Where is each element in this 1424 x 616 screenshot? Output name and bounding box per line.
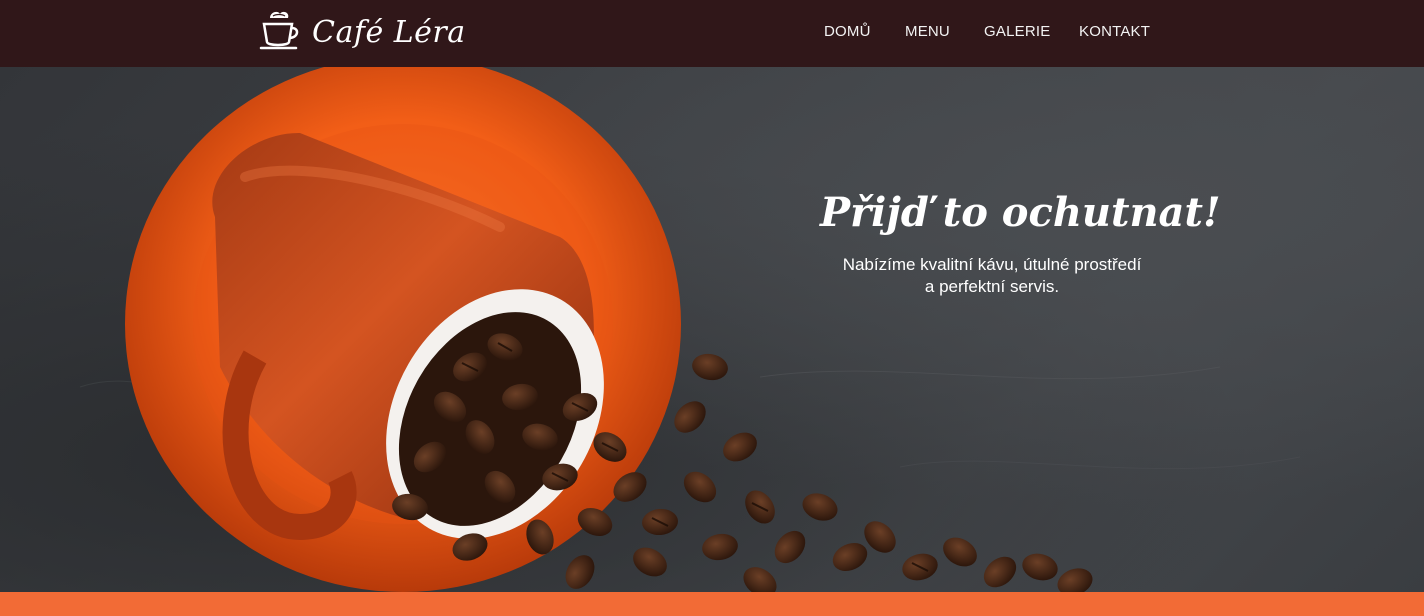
nav-item-menu[interactable]: MENU (905, 22, 950, 42)
top-navbar: Café Léra DOMŮ MENU GALERIE KONTAKT (0, 0, 1424, 67)
nav-item-domu[interactable]: DOMŮ (824, 22, 871, 42)
hero-section: Přijď to ochutnat! Nabízíme kvalitní káv… (0, 67, 1424, 592)
hero-description: Nabízíme kvalitní kávu, útulné prostředí… (842, 255, 1142, 296)
nav-item-galerie[interactable]: GALERIE (984, 22, 1050, 42)
coffee-cup-icon (259, 11, 299, 50)
hero-coffee-image (79, 67, 1301, 592)
accent-strip (0, 592, 1424, 616)
nav-item-kontakt[interactable]: KONTAKT (1079, 22, 1150, 42)
brand-name: Café Léra (312, 15, 466, 50)
hero-title: Přijď to ochutnat! (820, 188, 1221, 236)
